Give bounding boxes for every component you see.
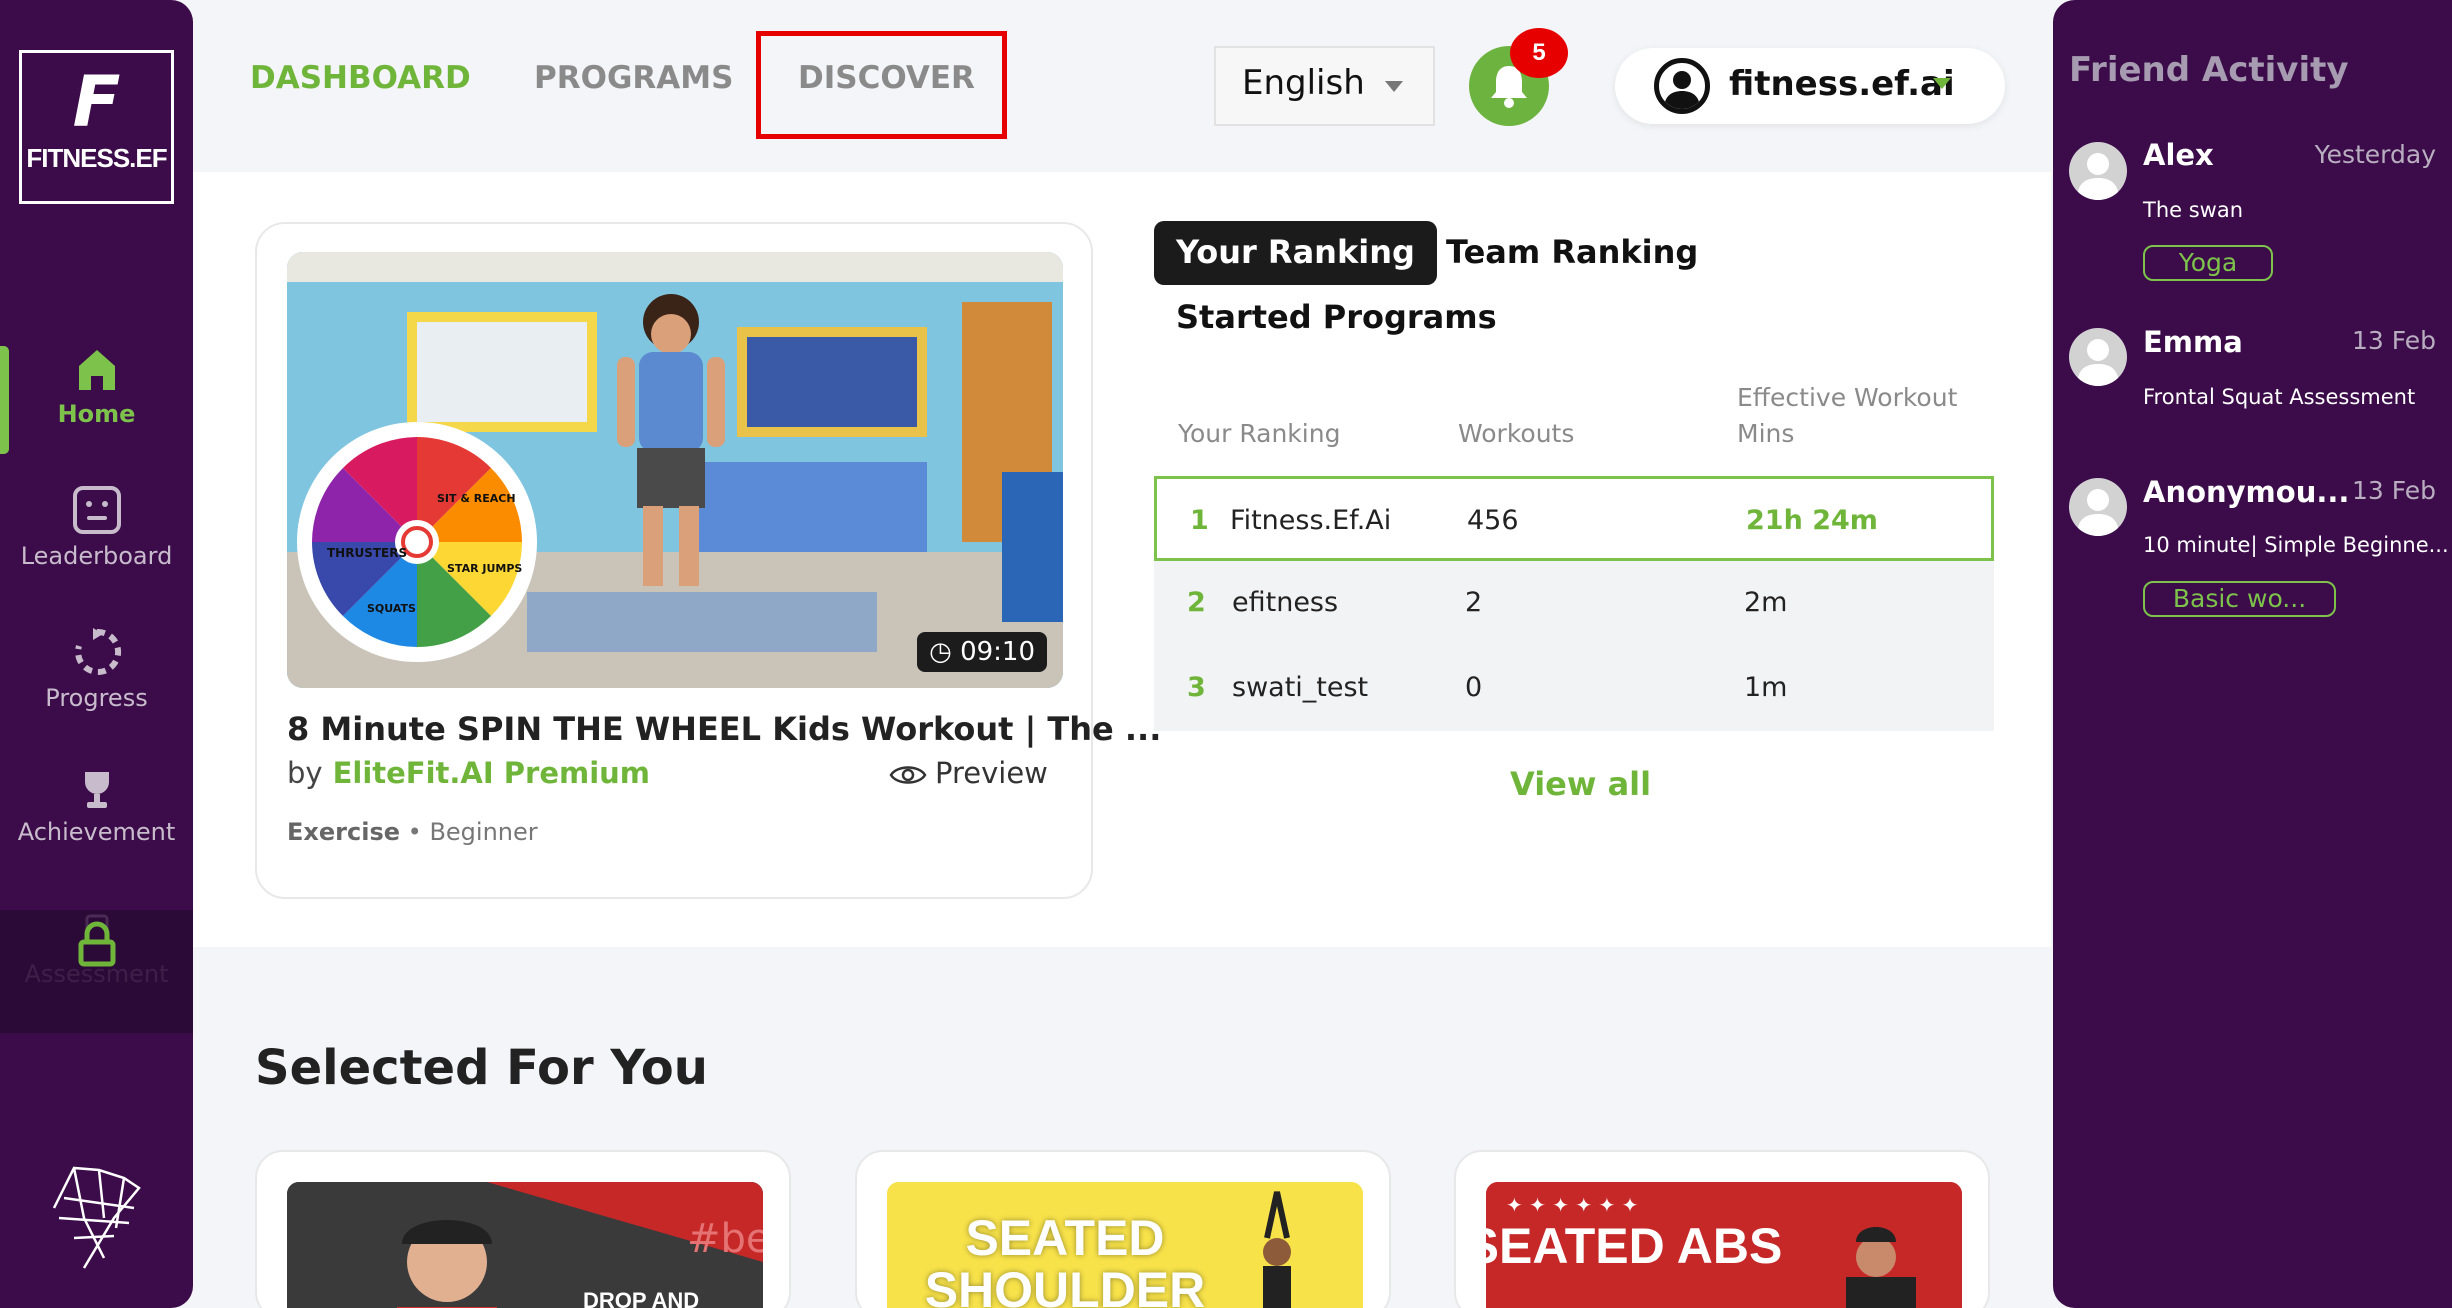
section-title: Selected For You [255,1040,708,1096]
level-label: • Beginner [407,818,538,846]
sidebar-item-leaderboard[interactable]: Leaderboard [0,484,193,570]
category-label: Exercise [287,818,401,846]
column-header-ranking: Your Ranking [1178,419,1341,448]
wheel-label: SQUATS [367,602,416,615]
sidebar-item-label: Assessment [24,960,169,988]
tab-your-ranking[interactable]: Your Ranking [1154,221,1437,285]
column-header-workouts: Workouts [1458,419,1575,448]
friend-activity: 10 minute| Simple Beginne... [2143,533,2449,557]
friend-name[interactable]: Emma [2143,325,2243,359]
tab-started-programs[interactable]: Started Programs [1154,286,1519,350]
workout-meta: Exercise • Beginner [287,818,538,846]
sidebar-item-progress[interactable]: Progress [0,626,193,712]
progress-icon [74,628,121,675]
user-menu[interactable]: fitness.ef.ai [1615,48,2005,124]
rank-name: Fitness.Ef.Ai [1230,505,1392,536]
rank-mins: 21h 24m [1746,505,1878,536]
sidebar-item-home[interactable]: Home [0,346,193,428]
workout-thumbnail[interactable]: THRUSTERS SIT & REACH STAR JUMPS SQUATS … [287,252,1063,688]
rank-workouts: 456 [1467,505,1519,536]
sidebar-item-label: Leaderboard [20,542,173,570]
program-card[interactable]: #be DROP AND [255,1150,791,1308]
program-thumbnail: SEATED SHOULDER [887,1182,1363,1308]
program-card[interactable]: ✦ ✦ ✦ ✦ ✦ ✦ SEATED ABS [1454,1150,1990,1308]
leaderboard-icon [72,486,121,534]
wheel-label: STAR JUMPS [447,562,522,575]
rank-number: 3 [1187,672,1206,703]
chevron-down-icon [1385,81,1403,92]
activity-tag[interactable]: Yoga [2143,245,2273,281]
classroom-scene: THRUSTERS SIT & REACH STAR JUMPS SQUATS [287,252,1063,688]
featured-workout-card[interactable]: THRUSTERS SIT & REACH STAR JUMPS SQUATS … [255,222,1161,899]
rank-workouts: 0 [1465,672,1483,703]
rank-name: efitness [1232,587,1339,618]
language-select[interactable]: English [1214,46,1435,126]
avatar[interactable] [2069,328,2127,386]
program-thumbnail: ✦ ✦ ✦ ✦ ✦ ✦ SEATED ABS [1486,1182,1962,1308]
friend-name[interactable]: Alex [2143,138,2214,172]
clock-icon: ◷ [929,637,952,667]
duration-badge: ◷ 09:10 [917,632,1047,672]
view-all-link[interactable]: View all [1510,765,1651,803]
tab-dashboard[interactable]: DASHBOARD [250,60,471,96]
sidebar-item-achievement[interactable]: Achievement [0,768,193,846]
author-link[interactable]: EliteFit.AI Premium [333,756,650,790]
author-line: by EliteFit.AI Premium [287,756,650,790]
sidebar-item-label: Achievement [17,818,176,846]
rank-mins: 1m [1744,672,1788,703]
activity-tag[interactable]: Basic wo... [2143,581,2336,617]
app-logo[interactable]: F FITNESS.EF [19,50,174,204]
friend-activity: The swan [2143,198,2244,222]
rank-mins: 2m [1744,587,1788,618]
notification-count-badge: 5 [1510,28,1568,78]
avatar[interactable] [2069,478,2127,536]
logo-letter: F [72,61,121,143]
friend-activity-panel: Friend Activity Alex Yesterday The swan … [2053,0,2452,1308]
panel-title: Friend Activity [2069,50,2349,90]
program-card[interactable]: SEATED SHOULDER [855,1150,1391,1308]
sidebar-item-assessment[interactable]: Assessment [0,910,193,1033]
username: fitness.ef.ai [1729,64,1955,104]
friend-date: 13 Feb [2351,476,2436,505]
table-row[interactable]: 2 efitness 2 2m [1154,561,1994,646]
duration-value: 09:10 [960,637,1035,667]
preview-button[interactable]: Preview [889,756,1048,790]
sidebar-item-label: Progress [45,684,148,712]
preview-label: Preview [935,756,1048,790]
rank-name: swati_test [1232,672,1369,703]
program-title: SEATED SHOULDER [924,1210,1206,1308]
trophy-icon [84,772,109,808]
home-icon [78,350,115,390]
avatar[interactable] [2069,142,2127,200]
wheel-label: THRUSTERS [327,546,407,560]
program-title: DROP AND [583,1288,700,1308]
friend-date: Yesterday [2314,140,2436,169]
friend-activity: Frontal Squat Assessment [2143,385,2416,409]
program-title: SEATED ABS [1486,1218,1783,1274]
rank-number: 1 [1190,505,1209,536]
logo-text: FITNESS.EF [26,143,167,173]
bg-text: #be [687,1216,763,1262]
workout-title[interactable]: 8 Minute SPIN THE WHEEL Kids Workout | T… [287,710,1161,748]
chevron-down-icon [1933,78,1951,89]
language-value: English [1242,63,1365,103]
avatar [1654,58,1710,114]
by-label: by [287,756,323,790]
svg-text:✦ ✦ ✦ ✦ ✦ ✦: ✦ ✦ ✦ ✦ ✦ ✦ [1506,1193,1638,1217]
table-row[interactable]: 1 Fitness.Ef.Ai 456 21h 24m [1154,476,1994,561]
rank-number: 2 [1187,587,1206,618]
friend-date: 13 Feb [2351,326,2436,355]
sidebar-item-label: Home [57,400,136,428]
friend-name[interactable]: Anonymou... [2143,475,2349,509]
discover-highlight-box [756,31,1007,139]
brand-sketch-icon [52,1166,141,1269]
rank-workouts: 2 [1465,587,1483,618]
eye-icon [889,766,927,784]
table-row[interactable]: 3 swati_test 0 1m [1154,646,1994,731]
tab-programs[interactable]: PROGRAMS [534,60,733,96]
tab-team-ranking[interactable]: Team Ranking [1424,221,1720,285]
left-sidebar: F FITNESS.EF Home Leaderboard Progress A… [0,0,193,1308]
wheel-label: SIT & REACH [437,492,516,505]
column-header-mins: Effective Workout Mins [1737,383,1958,448]
